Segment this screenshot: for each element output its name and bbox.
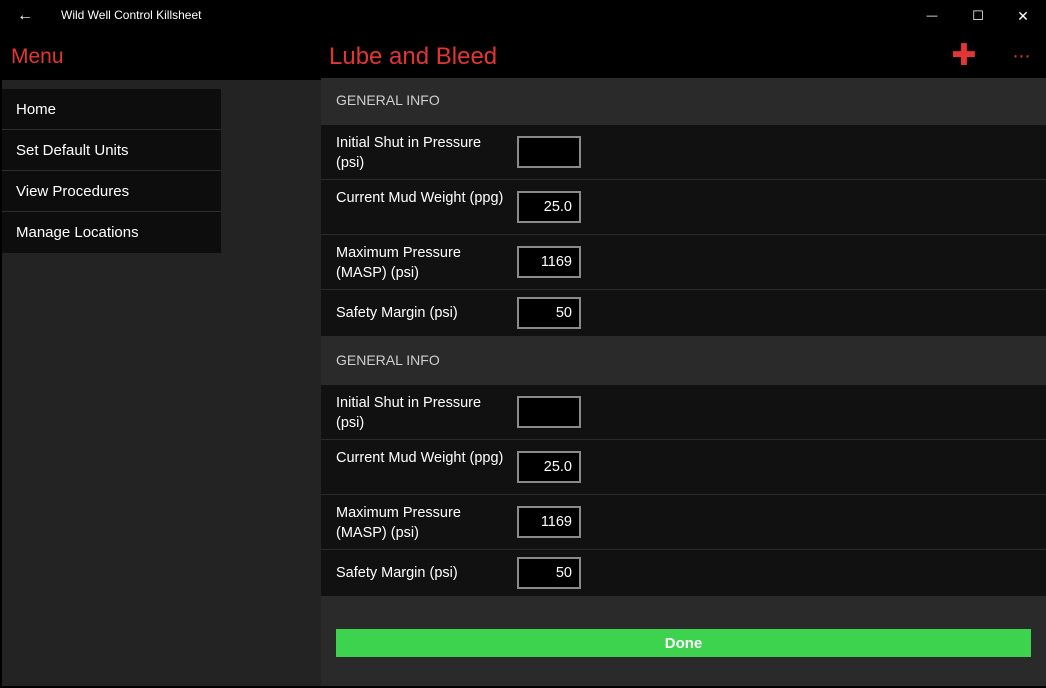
title-bar: ← Wild Well Control Killsheet — ☐ ✕ [0, 0, 1046, 32]
form-row: Safety Margin (psi) [321, 290, 1046, 336]
form-row: Safety Margin (psi) [321, 550, 1046, 596]
back-arrow-icon[interactable]: ← [10, 4, 40, 28]
current-mud-weight-label: Current Mud Weight (ppg) [336, 190, 504, 206]
form-row: Current Mud Weight (ppg) [321, 180, 1046, 235]
menu-item-set-default-units[interactable]: Set Default Units [2, 130, 221, 171]
app-title: Wild Well Control Killsheet [61, 8, 202, 22]
safety-margin-input[interactable] [517, 297, 581, 329]
initial-shut-in-pressure-input[interactable] [517, 136, 581, 168]
menu-item-home[interactable]: Home [2, 89, 221, 130]
section-header: GENERAL INFO [321, 78, 1046, 122]
add-icon[interactable]: ✚ [950, 41, 978, 71]
form-row: Maximum Pressure (MASP) (psi) [321, 235, 1046, 290]
form-row: Maximum Pressure (MASP) (psi) [321, 495, 1046, 550]
current-mud-weight-label: Current Mud Weight (ppg) [336, 450, 504, 466]
close-icon[interactable]: ✕ [1000, 0, 1046, 32]
maximum-pressure-label: Maximum Pressure (MASP) (psi) [336, 505, 461, 541]
more-options-icon[interactable]: ⋯ [1006, 42, 1038, 70]
done-button[interactable]: Done [336, 629, 1031, 657]
safety-margin-input[interactable] [517, 557, 581, 589]
page-title: Lube and Bleed [329, 43, 498, 70]
maximum-pressure-input[interactable] [517, 506, 581, 538]
safety-margin-label: Safety Margin (psi) [336, 565, 458, 581]
initial-shut-in-pressure-input[interactable] [517, 396, 581, 428]
general-info-form: Initial Shut in Pressure (psi) Current M… [321, 125, 1046, 336]
minimize-icon[interactable]: — [909, 0, 955, 32]
initial-shut-in-pressure-label: Initial Shut in Pressure (psi) [336, 395, 482, 431]
maximum-pressure-input[interactable] [517, 246, 581, 278]
maximum-pressure-label: Maximum Pressure (MASP) (psi) [336, 245, 461, 281]
general-info-form: Initial Shut in Pressure (psi) Current M… [321, 385, 1046, 596]
form-row: Current Mud Weight (ppg) [321, 440, 1046, 495]
safety-margin-label: Safety Margin (psi) [336, 305, 458, 321]
maximize-icon[interactable]: ☐ [955, 0, 1001, 32]
initial-shut-in-pressure-label: Initial Shut in Pressure (psi) [336, 135, 482, 171]
section-header: GENERAL INFO [321, 338, 1046, 382]
menu-list: Home Set Default Units View Procedures M… [2, 89, 221, 253]
form-row: Initial Shut in Pressure (psi) [321, 125, 1046, 180]
menu-item-view-procedures[interactable]: View Procedures [2, 171, 221, 212]
current-mud-weight-input[interactable] [517, 451, 581, 483]
menu-item-manage-locations[interactable]: Manage Locations [2, 212, 221, 253]
menu-title: Menu [11, 45, 64, 68]
current-mud-weight-input[interactable] [517, 191, 581, 223]
form-row: Initial Shut in Pressure (psi) [321, 385, 1046, 440]
